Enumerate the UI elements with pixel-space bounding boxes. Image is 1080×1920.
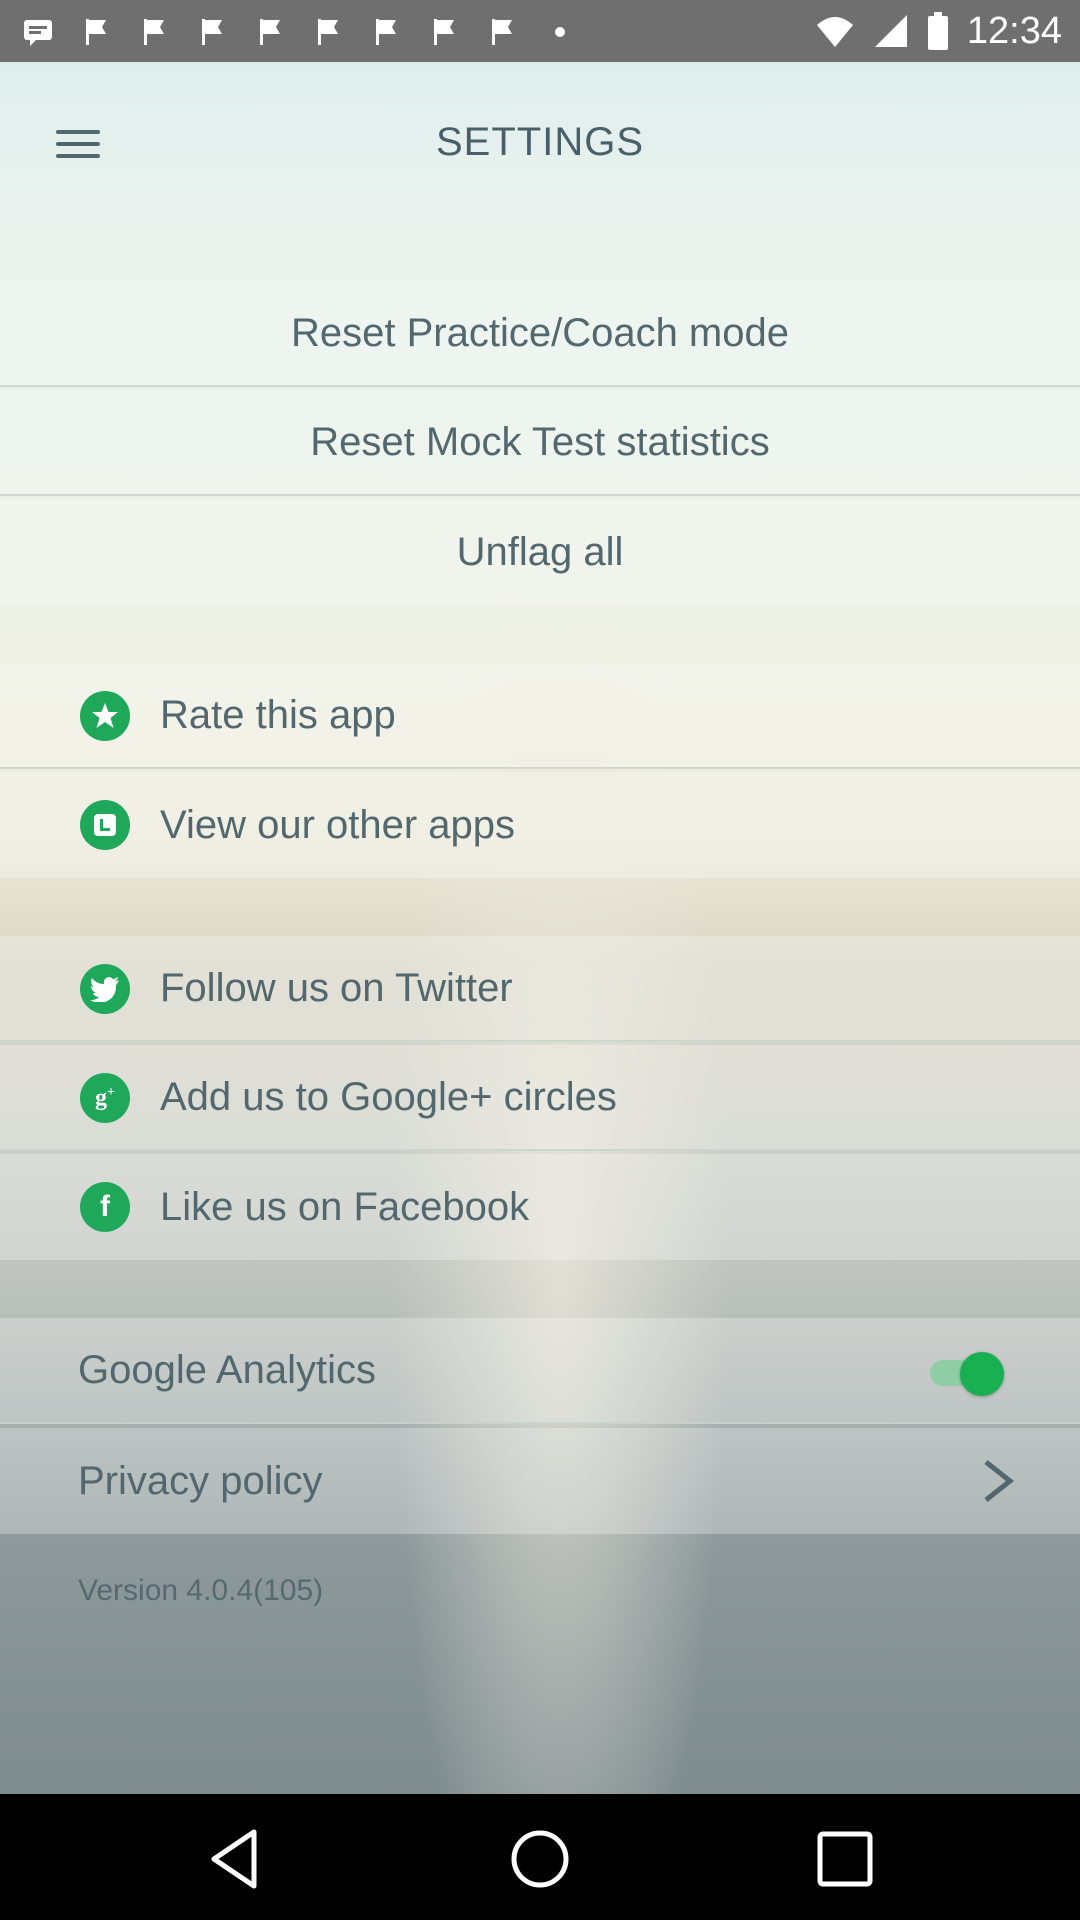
google-plus-circles-item[interactable]: g+ Add us to Google+ circles bbox=[0, 1045, 1080, 1151]
follow-twitter-item[interactable]: Follow us on Twitter bbox=[0, 936, 1080, 1042]
home-icon[interactable] bbox=[505, 1824, 575, 1894]
chevron-right-icon bbox=[984, 1460, 1015, 1502]
message-icon bbox=[24, 20, 52, 46]
privacy-policy-label: Privacy policy bbox=[78, 1458, 323, 1503]
google-plus-label: Add us to Google+ circles bbox=[160, 1074, 617, 1119]
view-other-apps-item[interactable]: View our other apps bbox=[0, 772, 1080, 878]
twitter-icon bbox=[80, 964, 130, 1014]
notification-icons bbox=[22, 12, 576, 52]
like-facebook-item[interactable]: f Like us on Facebook bbox=[0, 1154, 1080, 1260]
flag-icon bbox=[376, 19, 396, 45]
settings-screen: SETTINGS Reset Practice/Coach mode Reset… bbox=[0, 62, 1080, 1794]
flag-icon bbox=[144, 19, 164, 45]
status-bar: 12:34 bbox=[0, 0, 1080, 62]
apps-icon bbox=[80, 800, 130, 850]
reset-mock-test-statistics-item[interactable]: Reset Mock Test statistics bbox=[0, 390, 1080, 496]
page-title: SETTINGS bbox=[435, 120, 645, 164]
navigation-bar bbox=[0, 1794, 1080, 1920]
app-header: SETTINGS bbox=[0, 62, 1080, 228]
back-icon[interactable] bbox=[200, 1824, 270, 1894]
battery-icon bbox=[927, 12, 948, 50]
recents-icon[interactable] bbox=[810, 1824, 880, 1894]
version-text: Version 4.0.4(105) bbox=[78, 1574, 324, 1607]
flag-icon bbox=[260, 19, 280, 45]
google-plus-icon: g+ bbox=[80, 1073, 130, 1123]
flag-icon bbox=[318, 19, 338, 45]
dot-icon bbox=[555, 27, 565, 37]
follow-twitter-label: Follow us on Twitter bbox=[160, 965, 513, 1010]
flag-icon bbox=[86, 19, 106, 45]
reset-practice-coach-mode-item[interactable]: Reset Practice/Coach mode bbox=[0, 281, 1080, 387]
star-icon bbox=[80, 691, 130, 741]
flag-icon bbox=[202, 19, 222, 45]
flag-icon bbox=[434, 19, 454, 45]
view-other-apps-label: View our other apps bbox=[160, 802, 516, 847]
unflag-all-item[interactable]: Unflag all bbox=[0, 499, 1080, 605]
google-analytics-item: Google Analytics bbox=[0, 1318, 1080, 1424]
flag-icon bbox=[492, 19, 512, 45]
privacy-policy-item[interactable]: Privacy policy bbox=[0, 1428, 1080, 1534]
signal-icon bbox=[874, 15, 907, 47]
wifi-icon bbox=[816, 17, 853, 47]
reset-practice-label: Reset Practice/Coach mode bbox=[290, 310, 789, 355]
like-facebook-label: Like us on Facebook bbox=[160, 1184, 530, 1229]
unflag-all-label: Unflag all bbox=[456, 529, 624, 574]
facebook-icon: f bbox=[80, 1182, 130, 1232]
google-analytics-label: Google Analytics bbox=[78, 1347, 376, 1392]
google-analytics-toggle[interactable] bbox=[930, 1352, 1010, 1396]
system-icons: 12:34 bbox=[815, 6, 1062, 56]
rate-this-app-label: Rate this app bbox=[160, 692, 396, 737]
reset-mock-test-label: Reset Mock Test statistics bbox=[310, 419, 770, 464]
status-time: 12:34 bbox=[966, 9, 1062, 52]
rate-this-app-item[interactable]: Rate this app bbox=[0, 663, 1080, 769]
